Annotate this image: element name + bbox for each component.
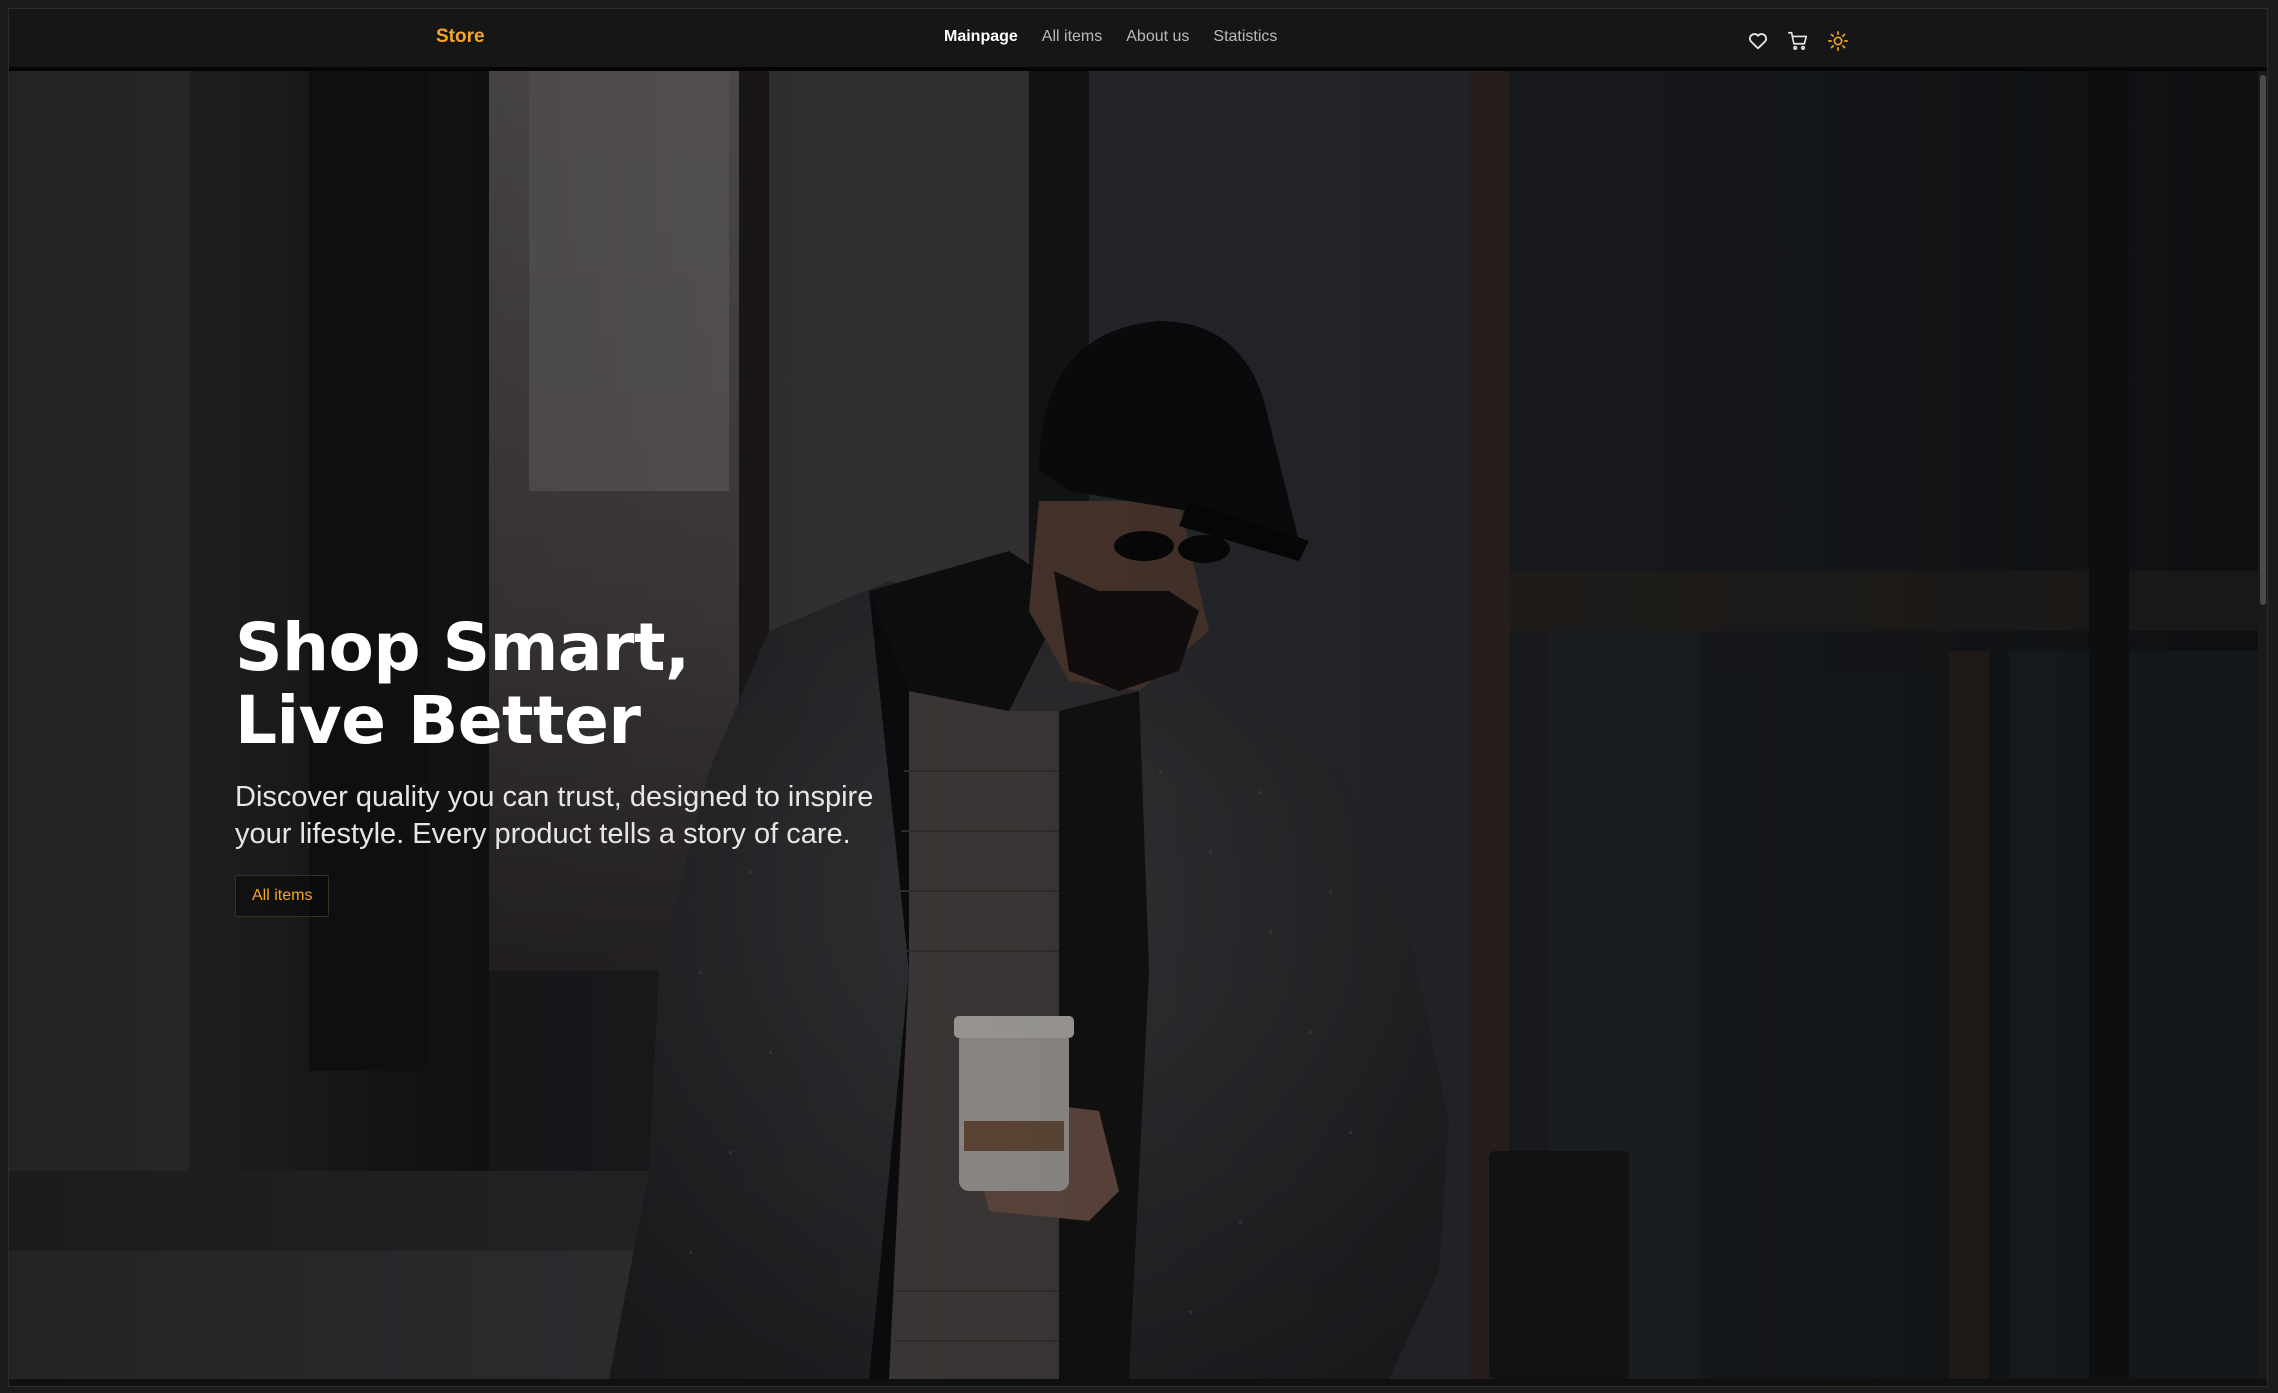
hero-section: Shop Smart, Live Better Discover quality… — [9, 71, 2267, 1379]
hero-title-line-1: Shop Smart, — [235, 609, 690, 686]
all-items-button[interactable]: All items — [235, 875, 330, 917]
brand-logo-link[interactable]: Store — [436, 26, 485, 48]
page-scrollbar[interactable] — [2258, 71, 2267, 1379]
hero-subtitle-line-2: your lifestyle. Every product tells a st… — [235, 818, 851, 850]
nav-links: Mainpage All items About us Statistics — [944, 28, 1277, 46]
hero-content: Shop Smart, Live Better Discover quality… — [235, 611, 955, 917]
cart-icon[interactable] — [1786, 29, 1810, 53]
browser-viewport: Store Mainpage All items About us Statis… — [8, 8, 2268, 1387]
heart-icon[interactable] — [1746, 29, 1770, 53]
hero-subtitle-line-1: Discover quality you can trust, designed… — [235, 781, 874, 813]
scrollbar-thumb[interactable] — [2260, 75, 2266, 605]
hero-title: Shop Smart, Live Better — [235, 611, 955, 757]
nav-link-mainpage[interactable]: Mainpage — [944, 28, 1018, 46]
nav-icons — [1746, 29, 1850, 53]
sun-icon[interactable] — [1826, 29, 1850, 53]
top-navbar: Store Mainpage All items About us Statis… — [9, 9, 2267, 71]
nav-link-about-us[interactable]: About us — [1126, 28, 1189, 46]
hero-subtitle: Discover quality you can trust, designed… — [235, 779, 925, 853]
hero-title-line-2: Live Better — [235, 682, 641, 759]
nav-link-statistics[interactable]: Statistics — [1213, 28, 1277, 46]
nav-link-all-items[interactable]: All items — [1042, 28, 1102, 46]
